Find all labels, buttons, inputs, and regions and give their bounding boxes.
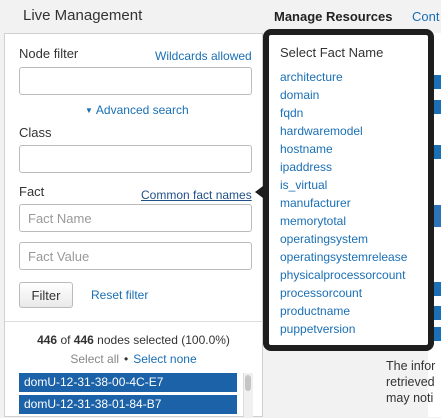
bullet-separator: •: [124, 352, 129, 366]
node-list-item[interactable]: domU-12-31-38-01-84-B7: [19, 395, 237, 414]
popover-title: Select Fact Name: [280, 45, 384, 60]
fact-name-option[interactable]: puppetversion: [280, 320, 407, 338]
info-line: retrieved: [386, 375, 435, 389]
fact-name-option[interactable]: hardwaremodel: [280, 122, 407, 140]
select-controls: Select all • Select none: [5, 352, 262, 366]
class-input[interactable]: [19, 145, 252, 173]
fact-name-option[interactable]: manufacturer: [280, 194, 407, 212]
top-bar: Live Management Manage Resources Cont: [0, 0, 441, 32]
select-none-link[interactable]: Select none: [133, 352, 196, 366]
right-pane-fragment: [433, 282, 441, 296]
advanced-search-toggle[interactable]: ▼ Advanced search: [85, 103, 189, 117]
fact-name-option[interactable]: physicalprocessorcount: [280, 266, 407, 284]
class-label: Class: [19, 125, 52, 140]
reset-filter-link[interactable]: Reset filter: [91, 288, 148, 302]
fact-name-option[interactable]: productname: [280, 302, 407, 320]
selected-count: 446: [37, 333, 58, 347]
manage-resources-tab[interactable]: Manage Resources: [274, 9, 393, 24]
right-pane-fragment: [433, 100, 441, 114]
fact-name-option[interactable]: domain: [280, 86, 407, 104]
node-list-item[interactable]: domU-12-31-38-00-4C-E7: [19, 373, 237, 392]
fact-name-option[interactable]: ipaddress: [280, 158, 407, 176]
cont-tab[interactable]: Cont: [412, 9, 439, 24]
info-line: may noti: [386, 391, 434, 405]
triangle-down-icon: ▼: [85, 106, 93, 115]
right-pane-fragment: [433, 145, 441, 159]
right-pane-fragment: [433, 306, 441, 320]
scroll-thumb[interactable]: [245, 375, 251, 391]
node-filter-input[interactable]: [19, 67, 252, 95]
right-pane-fragment: [433, 327, 441, 341]
node-filter-label: Node filter: [19, 46, 79, 61]
fact-value-input[interactable]: [19, 242, 252, 270]
fact-name-option[interactable]: is_virtual: [280, 176, 407, 194]
fact-name-option[interactable]: hostname: [280, 140, 407, 158]
info-line: The infor: [386, 359, 436, 373]
popover-arrow: [255, 186, 263, 198]
fact-name-option[interactable]: operatingsystemrelease: [280, 248, 407, 266]
of-word: of: [60, 333, 71, 347]
info-text: The infor retrieved may noti: [386, 358, 435, 406]
fact-name-popover: Select Fact Name architecture domain fqd…: [263, 29, 434, 351]
fact-name-option[interactable]: fqdn: [280, 104, 407, 122]
advanced-search-label: Advanced search: [95, 103, 189, 117]
wildcards-allowed-link[interactable]: Wildcards allowed: [155, 49, 252, 63]
right-pane-fragment: [433, 75, 441, 89]
common-fact-names-link[interactable]: Common fact names: [141, 188, 252, 202]
app-title: Live Management: [23, 7, 143, 24]
node-list-scrollbar[interactable]: [243, 373, 253, 418]
nodes-selected-suffix: nodes selected (100.0%): [97, 333, 230, 347]
fact-label: Fact: [19, 184, 45, 199]
fact-name-option[interactable]: architecture: [280, 68, 407, 86]
divider: [5, 321, 262, 322]
fact-name-option[interactable]: memorytotal: [280, 212, 407, 230]
right-pane-button-fragment[interactable]: [433, 205, 441, 227]
total-count: 446: [73, 333, 94, 347]
select-all-link[interactable]: Select all: [70, 352, 119, 366]
fact-name-option[interactable]: operatingsystem: [280, 230, 407, 248]
filter-button[interactable]: Filter: [19, 282, 73, 308]
fact-name-input[interactable]: [19, 204, 252, 232]
nodes-selected-count: 446 of 446 nodes selected (100.0%): [5, 333, 262, 347]
fact-name-list: architecture domain fqdn hardwaremodel h…: [280, 68, 407, 338]
filter-sidebar: Node filter Wildcards allowed ▼ Advanced …: [4, 33, 263, 418]
fact-name-option[interactable]: processorcount: [280, 284, 407, 302]
node-list[interactable]: domU-12-31-38-00-4C-E7 domU-12-31-38-01-…: [19, 373, 254, 418]
